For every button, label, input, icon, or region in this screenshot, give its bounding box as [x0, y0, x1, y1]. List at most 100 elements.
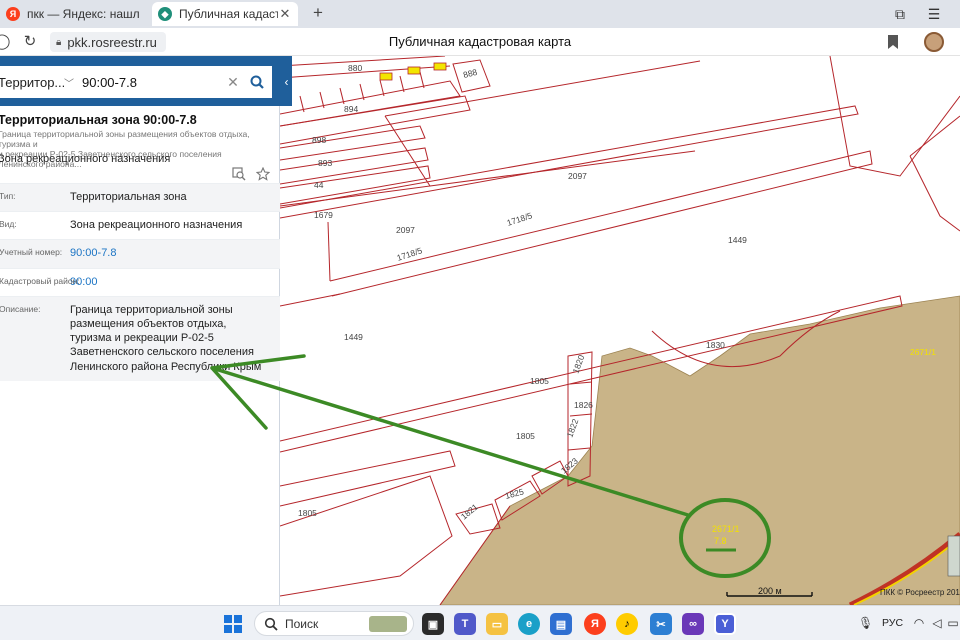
- page-title: Публичная кадастровая карта: [388, 34, 572, 49]
- attr-key: Кадастровый район:: [0, 275, 80, 286]
- parcel-label: 2671/1: [910, 347, 936, 357]
- wifi-icon[interactable]: ◠: [912, 616, 926, 630]
- volume-icon[interactable]: ◁: [930, 616, 944, 630]
- search-box: Территор... ﹀ 90:00-7.8 ✕: [0, 66, 272, 98]
- zoom-to-object-icon[interactable]: [232, 167, 246, 181]
- attr-row-number: Учетный номер: 90:00-7.8: [0, 239, 280, 268]
- yandex-icon: Я: [6, 7, 20, 21]
- taskbar-search[interactable]: Поиск: [254, 611, 414, 636]
- attr-row-kind: Вид: Зона рекреационного назначения: [0, 211, 280, 239]
- attr-value: Зона рекреационного назначения: [70, 219, 243, 232]
- object-kind: Зона рекреационного назначения: [0, 153, 171, 165]
- parcel-label: 2097: [396, 225, 415, 235]
- parcel-label: 1825: [504, 486, 525, 501]
- parcel-label: 898: [312, 135, 326, 145]
- language-indicator[interactable]: РУС: [882, 617, 903, 629]
- attr-row-type: Тип: Территориальная зона: [0, 183, 280, 212]
- task-view-icon[interactable]: ▣: [422, 613, 444, 635]
- windows-taskbar: Поиск ▣ T ▭ e ▤ Я ♪ ✂ ∞ Y 🎙︎ РУС ◠ ◁ ▭: [0, 605, 960, 640]
- tab-title: Публичная кадастрова: [179, 7, 278, 21]
- profile-avatar[interactable]: [924, 32, 944, 52]
- satellite-patch: [947, 535, 960, 577]
- attr-row-district: Кадастровый район: 90:00: [0, 267, 280, 296]
- url-field[interactable]: 🔒︎ pkk.rosreestr.ru: [50, 32, 166, 52]
- attr-key: Вид:: [0, 219, 17, 230]
- bookmark-icon[interactable]: [886, 34, 900, 50]
- tab-title: пкк — Яндекс: нашлось 4: [27, 7, 140, 21]
- yandex-music-icon[interactable]: ♪: [616, 613, 638, 635]
- object-title: Территориальная зона 90:00-7.8: [0, 113, 197, 127]
- explorer-icon[interactable]: ▭: [486, 613, 508, 635]
- tab-manager-icon[interactable]: ⧉: [890, 4, 910, 24]
- attr-key: Тип:: [0, 191, 16, 201]
- menu-icon[interactable]: ☰: [924, 4, 944, 24]
- search-input[interactable]: 90:00-7.8: [82, 75, 224, 90]
- parcel-label: 893: [318, 158, 332, 168]
- reload-icon[interactable]: ↻: [20, 32, 40, 52]
- teams-icon[interactable]: T: [454, 613, 476, 635]
- windows-start-icon[interactable]: [224, 615, 242, 633]
- search-highlight-icon: [369, 615, 407, 632]
- parcel-label: 1821: [459, 502, 480, 522]
- search-button[interactable]: [242, 75, 272, 89]
- attr-value: Территориальная зона: [70, 191, 187, 203]
- parcel-label: 2097: [568, 171, 587, 181]
- parcel-label: 888: [462, 67, 478, 80]
- parcel-label: 1822: [564, 417, 580, 438]
- tab-yandex-search[interactable]: Я пкк — Яндекс: нашлось 4: [0, 2, 146, 26]
- parcel-label: 1826: [574, 400, 593, 410]
- cadastral-map[interactable]: 880 888 894 898 893 44 1679 2097 2097 1718/5 1718/…: [280, 56, 960, 605]
- close-tab-icon[interactable]: ✕: [278, 6, 292, 22]
- collapse-panel-button[interactable]: ‹: [281, 68, 292, 96]
- parcel-label: 1449: [344, 332, 363, 342]
- parcel-label: 1805: [530, 376, 549, 386]
- search-strip: Территор... ﹀ 90:00-7.8 ✕ ‹: [0, 56, 292, 106]
- parcel-label: 1805: [516, 431, 535, 441]
- yandex-browser-icon[interactable]: Y: [714, 613, 736, 635]
- parcel-label: 1718/5: [396, 245, 424, 263]
- attr-key: Описание:: [0, 303, 41, 314]
- yandex-icon[interactable]: Я: [584, 613, 606, 635]
- browser-tab-strip: Я пкк — Яндекс: нашлось 4 ◆ Публичная ка…: [0, 0, 960, 28]
- address-bar: ◯ ↻ 🔒︎ pkk.rosreestr.ru Публичная кадаст…: [0, 28, 960, 56]
- rosreestr-icon: ◆: [158, 7, 172, 21]
- parcel-label: 1718/5: [506, 210, 534, 228]
- attributes-table: Тип: Территориальная зона Вид: Зона рекр…: [0, 183, 280, 381]
- parcel-label: 2671/1: [712, 524, 740, 534]
- attr-key: Учетный номер:: [0, 247, 63, 258]
- search-icon: [250, 75, 264, 89]
- vs-icon[interactable]: ∞: [682, 613, 704, 635]
- attr-value: Граница территориальной зоны размещения …: [70, 303, 262, 373]
- favorite-star-icon[interactable]: [256, 167, 270, 181]
- clear-icon[interactable]: ✕: [224, 74, 242, 91]
- info-panel: Территор... ﹀ 90:00-7.8 ✕ ‹ Территориаль…: [0, 56, 292, 605]
- new-tab-button[interactable]: +: [308, 3, 328, 23]
- map-attribution: ПКК © Росреестр 2018: [880, 588, 960, 597]
- parcel-label: 880: [348, 63, 362, 73]
- parcel-label: 1820: [570, 353, 586, 374]
- attr-value-link[interactable]: 90:00-7.8: [70, 246, 270, 260]
- parcel-label: 1449: [728, 235, 747, 245]
- microphone-icon[interactable]: 🎙︎: [858, 616, 873, 630]
- search-type-select[interactable]: Территор...: [0, 75, 64, 90]
- tab-pkk[interactable]: ◆ Публичная кадастрова ✕: [152, 2, 298, 26]
- parcel-label: 1805: [298, 508, 317, 518]
- object-actions: [232, 167, 270, 181]
- lock-icon: 🔒︎: [56, 36, 62, 48]
- search-icon: [264, 617, 278, 631]
- chevron-down-icon[interactable]: ﹀: [64, 75, 74, 90]
- battery-icon[interactable]: ▭: [946, 616, 960, 630]
- url-text: pkk.rosreestr.ru: [67, 34, 157, 50]
- back-icon[interactable]: ◯: [0, 32, 12, 52]
- edge-icon[interactable]: e: [518, 613, 540, 635]
- parcel-label: 1830: [706, 340, 725, 350]
- scale-label: 200 м: [758, 586, 782, 596]
- parcel-label: 44: [314, 180, 324, 190]
- parcel-label: 894: [344, 104, 358, 114]
- snipping-tool-icon[interactable]: ✂: [650, 613, 672, 635]
- map-canvas[interactable]: 880 888 894 898 893 44 1679 2097 2097 1718/5 1718/…: [280, 56, 960, 605]
- store-icon[interactable]: ▤: [550, 613, 572, 635]
- attr-value-link[interactable]: 90:00: [70, 275, 270, 289]
- taskbar-search-label: Поиск: [285, 616, 319, 631]
- attr-row-description: Описание: Граница территориальной зоны р…: [0, 295, 280, 381]
